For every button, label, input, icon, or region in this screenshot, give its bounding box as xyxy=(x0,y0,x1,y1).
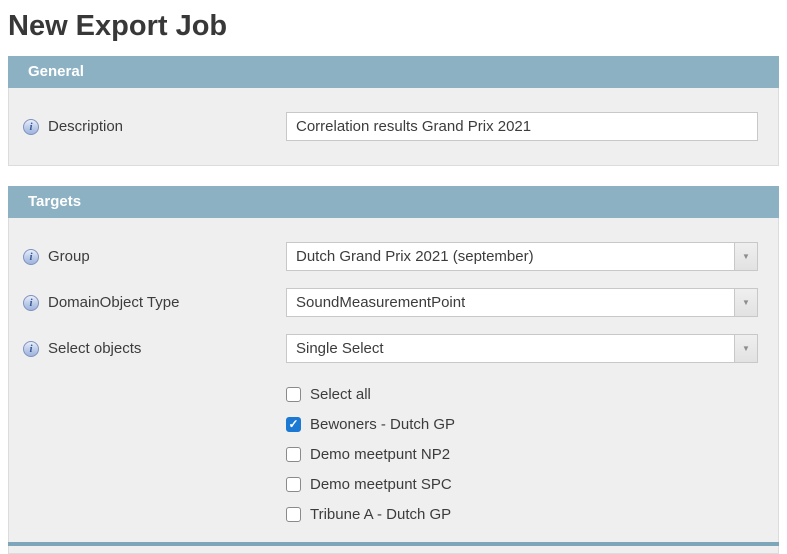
checkbox-label: Select all xyxy=(310,385,371,403)
checkbox-row-demo-meetpunt-spc[interactable]: ✓ Demo meetpunt SPC xyxy=(286,469,764,499)
domainobject-type-select-value: SoundMeasurementPoint xyxy=(296,294,466,311)
group-select-arrow-button[interactable]: ▼ xyxy=(734,243,757,270)
chevron-down-icon: ▼ xyxy=(742,251,750,261)
group-select-value: Dutch Grand Prix 2021 (september) xyxy=(296,248,534,265)
section-general: General i Description xyxy=(8,56,779,166)
demo-meetpunt-np2-checkbox[interactable]: ✓ xyxy=(286,446,301,462)
field-row-select-objects: i Select objects Single Select ▼ xyxy=(23,334,764,363)
checkbox-row-tribune-a-dutch-gp[interactable]: ✓ Tribune A - Dutch GP xyxy=(286,499,764,529)
info-icon[interactable]: i xyxy=(23,340,39,357)
domainobject-type-select-arrow-button[interactable]: ▼ xyxy=(734,289,757,316)
next-section-header xyxy=(8,542,779,546)
chevron-down-icon: ▼ xyxy=(742,343,750,353)
checkbox-row-bewoners-dutch-gp[interactable]: ✓ Bewoners - Dutch GP xyxy=(286,409,764,439)
description-input[interactable] xyxy=(286,112,758,141)
field-label-group: i Group xyxy=(23,248,286,265)
info-icon[interactable]: i xyxy=(23,294,39,311)
field-row-group: i Group Dutch Grand Prix 2021 (september… xyxy=(23,242,764,271)
field-row-description: i Description xyxy=(23,112,764,141)
domainobject-type-label: DomainObject Type xyxy=(48,294,180,311)
page-title: New Export Job xyxy=(8,10,228,42)
domainobject-type-select[interactable]: SoundMeasurementPoint ▼ xyxy=(286,288,758,317)
demo-meetpunt-spc-checkbox[interactable]: ✓ xyxy=(286,476,301,492)
checkbox-label: Tribune A - Dutch GP xyxy=(310,505,452,523)
field-row-domainobject-type: i DomainObject Type SoundMeasurementPoin… xyxy=(23,288,764,317)
group-select[interactable]: Dutch Grand Prix 2021 (september) ▼ xyxy=(286,242,758,271)
description-label: Description xyxy=(48,118,124,135)
section-targets-header: Targets xyxy=(8,186,779,218)
select-all-checkbox[interactable]: ✓ xyxy=(286,386,301,402)
section-targets-body: i Group Dutch Grand Prix 2021 (september… xyxy=(8,218,779,554)
checkbox-label: Demo meetpunt SPC xyxy=(310,475,452,493)
checkbox-row-select-all[interactable]: ✓ Select all xyxy=(286,379,764,409)
select-objects-label: Select objects xyxy=(48,340,142,357)
checkbox-label: Bewoners - Dutch GP xyxy=(310,415,456,433)
field-label-select-objects: i Select objects xyxy=(23,340,286,357)
select-objects-select-value: Single Select xyxy=(296,340,384,357)
field-label-domainobject-type: i DomainObject Type xyxy=(23,294,286,311)
info-icon[interactable]: i xyxy=(23,118,39,135)
section-general-header: General xyxy=(8,56,779,88)
checkbox-label: Demo meetpunt NP2 xyxy=(310,445,451,463)
bewoners-dutch-gp-checkbox[interactable]: ✓ xyxy=(286,416,301,432)
tribune-a-dutch-gp-checkbox[interactable]: ✓ xyxy=(286,506,301,522)
section-general-body: i Description xyxy=(8,88,779,166)
chevron-down-icon: ▼ xyxy=(742,297,750,307)
select-objects-select[interactable]: Single Select ▼ xyxy=(286,334,758,363)
section-targets: Targets i Group Dutch Grand Prix 2021 (s… xyxy=(8,186,779,554)
info-icon[interactable]: i xyxy=(23,248,39,265)
field-label-description: i Description xyxy=(23,118,286,135)
object-checkbox-list: ✓ Select all ✓ Bewoners - Dutch GP ✓ Dem… xyxy=(286,379,764,529)
group-label: Group xyxy=(48,248,90,265)
select-objects-select-arrow-button[interactable]: ▼ xyxy=(734,335,757,362)
checkbox-row-demo-meetpunt-np2[interactable]: ✓ Demo meetpunt NP2 xyxy=(286,439,764,469)
check-icon: ✓ xyxy=(288,417,299,431)
